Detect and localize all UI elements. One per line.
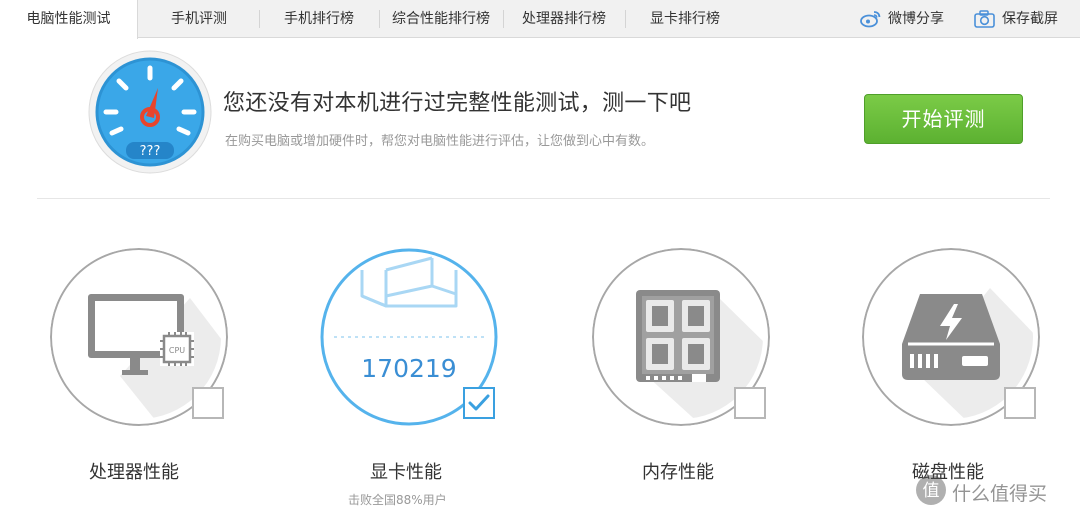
gpu-card: 170219 显卡性能 击败全国88%用户 [320, 248, 530, 517]
memory-card: 内存性能 [592, 248, 802, 517]
gpu-score: 170219 [361, 354, 457, 383]
gpu-label: 显卡性能 [370, 462, 442, 483]
cpu-label: 处理器性能 [89, 462, 179, 483]
disk-checkbox[interactable] [1004, 387, 1036, 419]
smzdm-logo-icon: 值 [916, 475, 946, 505]
page-subtitle: 在购买电脑或增加硬件时，帮您对电脑性能进行评估，让您做到心中有数。 [225, 134, 655, 149]
checkmark-icon [468, 394, 490, 411]
gauge-label: ??? [140, 144, 161, 159]
divider [37, 198, 1050, 199]
start-benchmark-button[interactable]: 开始评测 [864, 94, 1023, 144]
memory-label: 内存性能 [642, 462, 714, 483]
tab-cpu-ranking[interactable]: 处理器排行榜 [504, 0, 624, 38]
save-screenshot-label: 保存截屏 [1002, 11, 1058, 27]
save-screenshot-button[interactable]: 保存截屏 [974, 0, 1074, 38]
cpu-card: CPU 处理器性能 [50, 248, 260, 517]
camera-icon [974, 10, 995, 28]
tab-gpu-ranking[interactable]: 显卡排行榜 [626, 0, 744, 38]
watermark-text: 什么值得买 [952, 483, 1048, 505]
weibo-share-button[interactable]: 微博分享 [860, 0, 960, 38]
weibo-icon [860, 11, 881, 28]
watermark: 值 什么值得买 [912, 473, 1077, 509]
tab-phone-review[interactable]: 手机评测 [140, 0, 258, 38]
cpu-chip-label: CPU [169, 346, 185, 355]
tab-pc-benchmark[interactable]: 电脑性能测试 [0, 0, 138, 39]
tab-bar: 电脑性能测试 手机评测 手机排行榜 综合性能排行榜 处理器排行榜 显卡排行榜 微… [0, 0, 1080, 39]
gpu-checkbox[interactable] [463, 387, 495, 419]
weibo-share-label: 微博分享 [888, 11, 944, 27]
svg-text:值: 值 [923, 481, 940, 501]
memory-chip-icon [636, 290, 720, 382]
speedometer-icon: ??? [88, 50, 212, 174]
cpu-checkbox[interactable] [192, 387, 224, 419]
hard-disk-icon [902, 294, 1000, 380]
gpu-rank-note: 击败全国88%用户 [348, 493, 447, 507]
tab-overall-ranking[interactable]: 综合性能排行榜 [380, 0, 502, 38]
tab-phone-ranking[interactable]: 手机排行榜 [260, 0, 378, 38]
page-title: 您还没有对本机进行过完整性能测试，测一下吧 [223, 91, 692, 116]
memory-checkbox[interactable] [734, 387, 766, 419]
